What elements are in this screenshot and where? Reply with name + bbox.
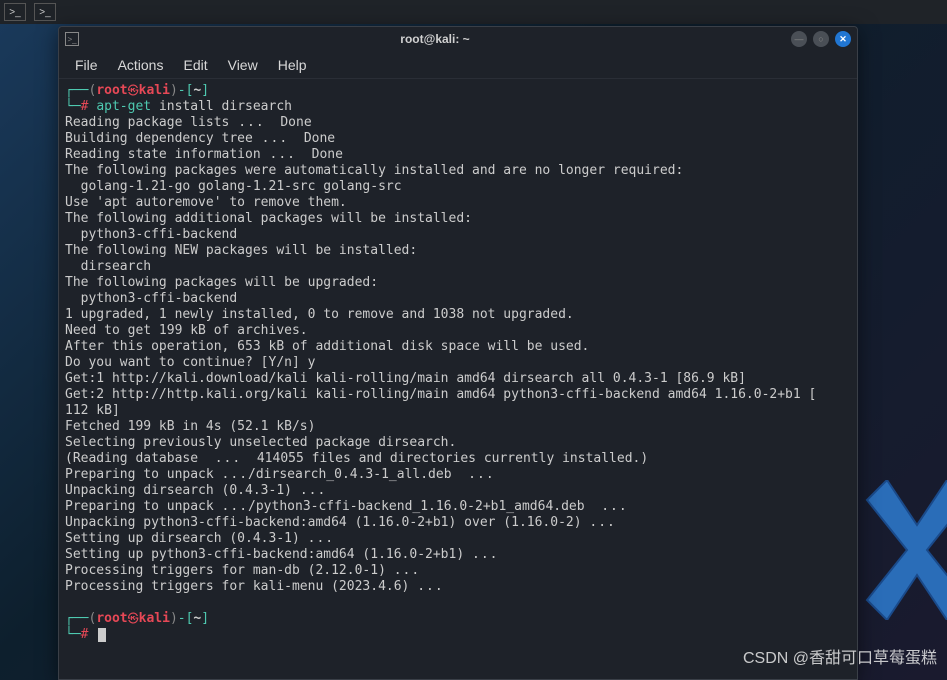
output-line: The following packages will be upgraded:: [65, 275, 378, 290]
menu-actions[interactable]: Actions: [108, 54, 174, 76]
output-line: dirsearch: [65, 259, 151, 274]
terminal-window: >_ root@kali: ~ — ○ ✕ File Actions Edit …: [58, 26, 858, 680]
output-line: Do you want to continue? [Y/n] y: [65, 355, 315, 370]
output-line: Selecting previously unselected package …: [65, 435, 456, 450]
output-line: Fetched 199 kB in 4s (52.1 kB/s): [65, 419, 315, 434]
terminal-body[interactable]: ┌──(root㉿kali)-[~] └─# apt-get install d…: [59, 79, 857, 679]
menu-file[interactable]: File: [65, 54, 108, 76]
output-line: (Reading database: [65, 451, 206, 466]
output-line: Processing triggers for kali-menu (2023.…: [65, 579, 417, 594]
output-line: The following NEW packages will be insta…: [65, 243, 417, 258]
output-line: Unpacking python3-cffi-backend:amd64 (1.…: [65, 515, 589, 530]
output-line: Reading state information: [65, 147, 261, 162]
prompt-user: root: [96, 611, 127, 626]
prompt-host: kali: [139, 611, 170, 626]
taskbar-terminal-icon-2[interactable]: >_: [34, 3, 56, 21]
cursor: [98, 628, 106, 642]
output-line: Setting up python3-cffi-backend:amd64 (1…: [65, 547, 472, 562]
titlebar[interactable]: >_ root@kali: ~ — ○ ✕: [59, 27, 857, 51]
minimize-button[interactable]: —: [791, 31, 807, 47]
command-prefix: apt-get: [96, 99, 151, 114]
output-line: Building dependency tree: [65, 131, 253, 146]
window-controls: — ○ ✕: [791, 31, 851, 47]
output-line: python3-cffi-backend: [65, 291, 237, 306]
prompt-host: kali: [139, 83, 170, 98]
close-button[interactable]: ✕: [835, 31, 851, 47]
menu-edit[interactable]: Edit: [173, 54, 217, 76]
output-line: The following additional packages will b…: [65, 211, 472, 226]
output-line: 112 kB]: [65, 403, 120, 418]
output-line: Unpacking dirsearch (0.4.3-1): [65, 483, 300, 498]
output-line: /dirsearch_0.4.3-1_all.deb: [248, 467, 459, 482]
output-line: After this operation, 653 kB of addition…: [65, 339, 589, 354]
output-line: Preparing to unpack: [65, 467, 222, 482]
output-done: Done: [280, 115, 311, 130]
output-line: Use 'apt autoremove' to remove them.: [65, 195, 347, 210]
output-line: Need to get 199 kB of archives.: [65, 323, 308, 338]
menu-view[interactable]: View: [218, 54, 268, 76]
window-title: root@kali: ~: [79, 32, 791, 46]
output-line: 1 upgraded, 1 newly installed, 0 to remo…: [65, 307, 574, 322]
output-line: 414055 files and directories currently i…: [249, 451, 648, 466]
command-text: install dirsearch: [159, 99, 292, 114]
taskbar: >_ >_: [0, 0, 947, 24]
output-line: /python3-cffi-backend_1.16.0-2+b1_amd64.…: [248, 499, 592, 514]
output-line: golang-1.21-go golang-1.21-src golang-sr…: [65, 179, 402, 194]
kali-dragon-logo: [857, 480, 947, 620]
prompt-user: root: [96, 83, 127, 98]
output-line: Get:2 http://http.kali.org/kali kali-rol…: [65, 387, 816, 402]
output-line: The following packages were automaticall…: [65, 163, 683, 178]
taskbar-terminal-icon-1[interactable]: >_: [4, 3, 26, 21]
output-done: Done: [304, 131, 335, 146]
output-line: Preparing to unpack: [65, 499, 222, 514]
terminal-icon: >_: [65, 32, 79, 46]
output-line: Reading package lists: [65, 115, 229, 130]
output-line: Setting up dirsearch (0.4.3-1): [65, 531, 308, 546]
output-line: Get:1 http://kali.download/kali kali-rol…: [65, 371, 746, 386]
menubar: File Actions Edit View Help: [59, 51, 857, 79]
output-line: Processing triggers for man-db (2.12.0-1…: [65, 563, 394, 578]
menu-help[interactable]: Help: [268, 54, 317, 76]
output-done: Done: [312, 147, 343, 162]
watermark: CSDN @香甜可口草莓蛋糕: [743, 644, 937, 668]
maximize-button[interactable]: ○: [813, 31, 829, 47]
output-line: python3-cffi-backend: [65, 227, 237, 242]
